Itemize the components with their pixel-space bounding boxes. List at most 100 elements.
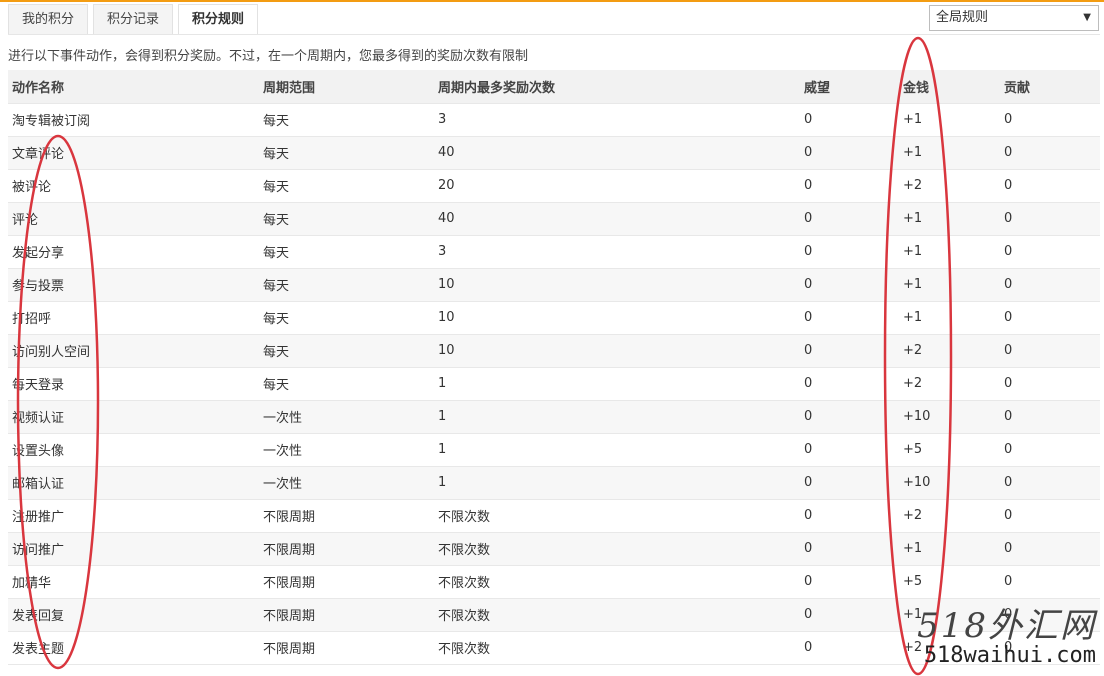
cell-money: +2	[899, 334, 1000, 368]
dropdown-arrow-icon: ▼	[1083, 12, 1091, 23]
cell-contribution: 0	[1000, 565, 1100, 599]
column-header-contribution: 贡献	[1000, 70, 1100, 104]
table-row: 发起分享 每天 3 0 +1 0	[8, 235, 1100, 269]
cell-prestige: 0	[800, 334, 899, 368]
cell-contribution: 0	[1000, 598, 1100, 632]
table-row: 淘专辑被订阅 每天 3 0 +1 0	[8, 103, 1100, 137]
cell-action: 被评论	[8, 169, 259, 203]
cell-contribution: 0	[1000, 433, 1100, 467]
cell-action: 发起分享	[8, 235, 259, 269]
cell-contribution: 0	[1000, 301, 1100, 335]
cell-action: 访问别人空间	[8, 334, 259, 368]
tab-my-points[interactable]: 我的积分	[8, 4, 89, 34]
cell-prestige: 0	[800, 103, 899, 137]
cell-action: 访问推广	[8, 532, 259, 566]
cell-period: 每天	[259, 103, 434, 137]
cell-period: 不限周期	[259, 565, 434, 599]
cell-contribution: 0	[1000, 169, 1100, 203]
points-rules-table: 动作名称 周期范围 周期内最多奖励次数 威望 金钱 贡献 淘专辑被订阅 每天 3 0 +…	[8, 70, 1100, 665]
table-row: 邮箱认证 一次性 1 0 +10 0	[8, 466, 1100, 500]
rule-scope-select[interactable]: 全局规则 ▼	[929, 5, 1099, 31]
table-row: 视频认证 一次性 1 0 +10 0	[8, 400, 1100, 434]
cell-money: +1	[899, 202, 1000, 236]
cell-period: 每天	[259, 334, 434, 368]
cell-period: 不限周期	[259, 631, 434, 665]
cell-prestige: 0	[800, 598, 899, 632]
cell-money: +1	[899, 235, 1000, 269]
cell-action: 参与投票	[8, 268, 259, 302]
top-accent-line	[0, 0, 1104, 2]
cell-prestige: 0	[800, 136, 899, 170]
cell-prestige: 0	[800, 202, 899, 236]
cell-max-rewards: 不限次数	[434, 565, 800, 599]
cell-contribution: 0	[1000, 400, 1100, 434]
table-row: 文章评论 每天 40 0 +1 0	[8, 136, 1100, 170]
cell-period: 每天	[259, 136, 434, 170]
rule-scope-selected: 全局规则	[936, 10, 989, 25]
cell-max-rewards: 3	[434, 235, 800, 269]
cell-period: 一次性	[259, 433, 434, 467]
cell-prestige: 0	[800, 367, 899, 401]
cell-contribution: 0	[1000, 631, 1100, 665]
table-body: 淘专辑被订阅 每天 3 0 +1 0 文章评论 每天 40 0 +1 0 被评论 每天 20 0 +2 0 评论 每天…	[8, 103, 1100, 665]
table-row: 访问别人空间 每天 10 0 +2 0	[8, 334, 1100, 368]
cell-contribution: 0	[1000, 499, 1100, 533]
cell-money: +10	[899, 400, 1000, 434]
cell-period: 每天	[259, 301, 434, 335]
cell-period: 每天	[259, 268, 434, 302]
cell-money: +1	[899, 301, 1000, 335]
cell-max-rewards: 不限次数	[434, 499, 800, 533]
cell-period: 不限周期	[259, 499, 434, 533]
cell-max-rewards: 40	[434, 202, 800, 236]
tab-points-rules[interactable]: 积分规则	[178, 4, 259, 35]
cell-action: 每天登录	[8, 367, 259, 401]
cell-contribution: 0	[1000, 103, 1100, 137]
cell-prestige: 0	[800, 433, 899, 467]
cell-contribution: 0	[1000, 532, 1100, 566]
cell-money: +2	[899, 367, 1000, 401]
table-row: 评论 每天 40 0 +1 0	[8, 202, 1100, 236]
cell-contribution: 0	[1000, 202, 1100, 236]
cell-action: 邮箱认证	[8, 466, 259, 500]
table-row: 参与投票 每天 10 0 +1 0	[8, 268, 1100, 302]
cell-money: +10	[899, 466, 1000, 500]
cell-prestige: 0	[800, 169, 899, 203]
column-header-money: 金钱	[899, 70, 1000, 104]
table-row: 打招呼 每天 10 0 +1 0	[8, 301, 1100, 335]
table-row: 被评论 每天 20 0 +2 0	[8, 169, 1100, 203]
cell-max-rewards: 10	[434, 334, 800, 368]
table-row: 设置头像 一次性 1 0 +5 0	[8, 433, 1100, 467]
cell-money: +2	[899, 169, 1000, 203]
cell-period: 一次性	[259, 466, 434, 500]
cell-action: 发表主题	[8, 631, 259, 665]
cell-contribution: 0	[1000, 367, 1100, 401]
cell-action: 发表回复	[8, 598, 259, 632]
cell-max-rewards: 10	[434, 301, 800, 335]
cell-money: +1	[899, 598, 1000, 632]
cell-contribution: 0	[1000, 235, 1100, 269]
cell-max-rewards: 10	[434, 268, 800, 302]
table-row: 发表回复 不限周期 不限次数 0 +1 0	[8, 598, 1100, 632]
cell-period: 每天	[259, 235, 434, 269]
cell-max-rewards: 1	[434, 400, 800, 434]
cell-prestige: 0	[800, 301, 899, 335]
table-row: 注册推广 不限周期 不限次数 0 +2 0	[8, 499, 1100, 533]
cell-period: 每天	[259, 202, 434, 236]
cell-contribution: 0	[1000, 268, 1100, 302]
cell-prestige: 0	[800, 268, 899, 302]
table-row: 加精华 不限周期 不限次数 0 +5 0	[8, 565, 1100, 599]
cell-prestige: 0	[800, 499, 899, 533]
table-header-row: 动作名称 周期范围 周期内最多奖励次数 威望 金钱 贡献	[8, 70, 1100, 104]
cell-money: +2	[899, 631, 1000, 665]
column-header-prestige: 威望	[800, 70, 899, 104]
cell-action: 淘专辑被订阅	[8, 103, 259, 137]
cell-period: 不限周期	[259, 598, 434, 632]
cell-action: 设置头像	[8, 433, 259, 467]
tab-bar-divider	[8, 34, 1100, 35]
tab-points-history[interactable]: 积分记录	[93, 4, 174, 34]
column-header-period: 周期范围	[259, 70, 434, 104]
cell-max-rewards: 不限次数	[434, 631, 800, 665]
cell-money: +5	[899, 433, 1000, 467]
table-row: 访问推广 不限周期 不限次数 0 +1 0	[8, 532, 1100, 566]
cell-prestige: 0	[800, 532, 899, 566]
